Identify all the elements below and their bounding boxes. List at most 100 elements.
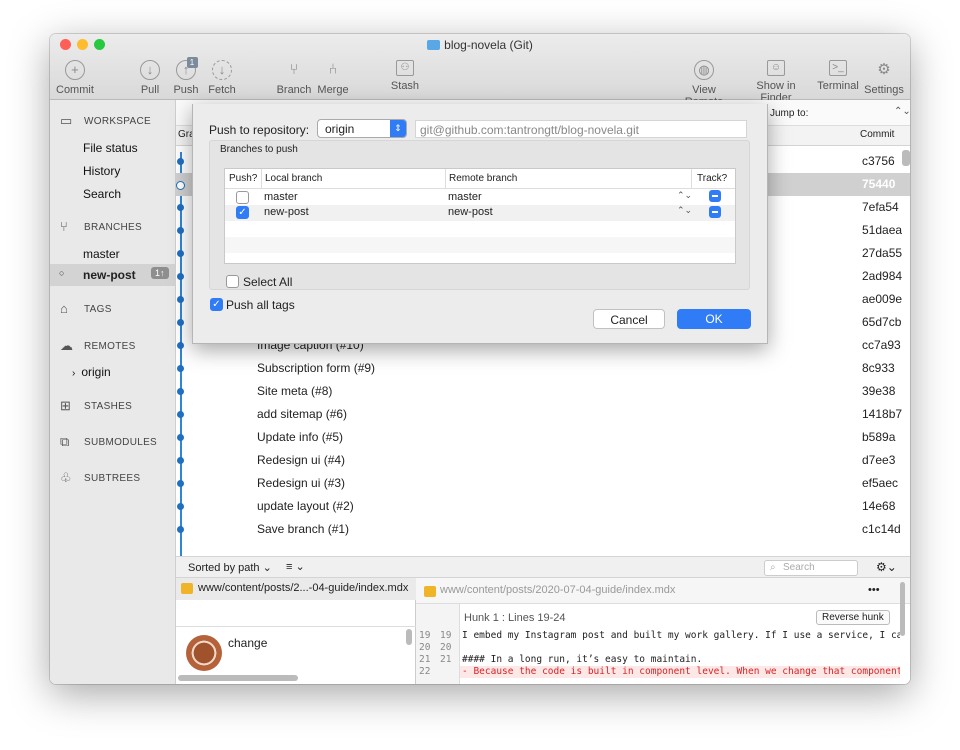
sidebar-section-subtrees[interactable]: ♧ SUBTREES — [60, 471, 140, 485]
sidebar-item-remote-origin[interactable]: › origin — [72, 365, 111, 379]
diff-line: #### In a long run, it’s easy to maintai… — [462, 654, 703, 665]
file-list-hscrollbar[interactable] — [178, 675, 298, 681]
cancel-button[interactable]: Cancel — [593, 309, 665, 329]
remote-branch-select[interactable]: master — [448, 191, 482, 203]
remote-branch-select[interactable]: new-post — [448, 206, 493, 218]
commit-hash: c3756 — [862, 154, 895, 168]
ok-button[interactable]: OK — [677, 309, 751, 329]
modified-file-icon — [424, 586, 436, 597]
commit-node — [177, 503, 184, 510]
commit-node — [177, 158, 184, 165]
commit-hash: ae009e — [862, 292, 902, 306]
tree-icon: ♧ — [60, 470, 72, 485]
sidebar-item-branch-master[interactable]: master — [83, 247, 120, 261]
diff-scrollbar[interactable] — [900, 582, 905, 636]
commit-hash: 39e38 — [862, 384, 896, 398]
diff-line: - Because the code is built in component… — [460, 666, 900, 678]
commit-message: Redesign ui (#4) — [257, 453, 346, 467]
sidebar-section-tags[interactable]: ⌂ TAGS — [60, 302, 112, 316]
chevron-right-icon: › — [72, 368, 76, 379]
sidebar-item-history[interactable]: History — [83, 164, 120, 178]
line-number-new: 21 — [440, 654, 452, 665]
branch-button[interactable]: ⑂ Branch — [276, 60, 312, 96]
sidebar-item-search[interactable]: Search — [83, 187, 121, 201]
jump-to-label[interactable]: Jump to: — [770, 108, 808, 119]
push-checkbox-master[interactable] — [236, 191, 249, 204]
reverse-hunk-button[interactable]: Reverse hunk — [816, 610, 890, 625]
sidebar-section-branches[interactable]: ⑂ BRANCHES — [60, 220, 142, 234]
push-button[interactable]: ↑ 1 Push — [173, 57, 199, 96]
repository-select[interactable]: origin ⇕ — [317, 119, 407, 138]
branch-row-empty — [225, 237, 735, 253]
terminal-button[interactable]: >_ Terminal — [816, 60, 860, 92]
gear-dropdown[interactable]: ⚙⌄ — [876, 560, 904, 576]
track-checkbox-new-post[interactable] — [709, 206, 721, 218]
file-list-scrollbar[interactable] — [406, 629, 412, 645]
commit-button[interactable]: + Commit — [56, 60, 94, 96]
sidebar-section-workspace[interactable]: ▭ WORKSPACE — [60, 114, 151, 128]
commit-row[interactable]: update layout (#2) 14e68 — [176, 495, 910, 518]
window-title: blog-novela (Git) — [50, 38, 910, 52]
arrow-down-icon: ↓ — [140, 60, 160, 80]
track-checkbox-master[interactable] — [709, 190, 721, 202]
commit-node — [177, 250, 184, 257]
file-row[interactable]: www/content/posts/2...-04-guide/index.md… — [176, 578, 416, 600]
commit-node — [177, 342, 184, 349]
more-options-button[interactable]: ••• — [868, 584, 880, 596]
commit-node — [177, 296, 184, 303]
gear-icon: ⚙ — [877, 61, 891, 78]
pull-button[interactable]: ↓ Pull — [138, 60, 162, 96]
stash-button[interactable]: ⚇ Stash — [390, 60, 420, 92]
commit-node — [177, 457, 184, 464]
vertical-scrollbar[interactable] — [902, 150, 910, 166]
sort-dropdown[interactable]: Sorted by path ⌄ — [188, 561, 272, 574]
current-branch-icon: ○ — [59, 268, 65, 278]
diff-header: www/content/posts/2020-07-04-guide/index… — [416, 578, 910, 604]
chevron-updown-icon[interactable]: ⌃⌄ — [677, 190, 692, 201]
commit-node — [177, 411, 184, 418]
push-checkbox-new-post[interactable]: ✓ — [236, 206, 249, 219]
fetch-icon: ↓ — [212, 60, 232, 80]
sidebar-section-submodules[interactable]: ⧉ SUBMODULES — [60, 435, 157, 449]
cloud-icon: ☁ — [60, 338, 74, 353]
commit-hash: 27da55 — [862, 246, 902, 260]
commit-row[interactable]: add sitemap (#6) 1418b7 — [176, 403, 910, 426]
commit-row[interactable]: Site meta (#8) 39e38 — [176, 380, 910, 403]
push-to-label: Push to repository: — [209, 123, 310, 137]
push-count-badge: 1 — [186, 57, 198, 68]
jump-to-chevron-icon[interactable]: ⌃⌄ — [894, 106, 910, 117]
commit-row[interactable]: Save branch (#1) c1c14d — [176, 518, 910, 541]
commit-message: Subscription form (#9) — [257, 361, 376, 375]
commit-row[interactable]: Subscription form (#9) 8c933 — [176, 357, 910, 380]
commit-hash: 65d7cb — [862, 315, 902, 329]
diff-file-path: www/content/posts/2020-07-04-guide/index… — [440, 584, 676, 596]
show-in-finder-button[interactable]: ☺ Show in Finder — [740, 60, 812, 104]
globe-icon: ◍ — [694, 60, 714, 80]
list-view-dropdown[interactable]: ≡ ⌄ — [286, 560, 305, 573]
commit-hash: 7efa54 — [862, 200, 899, 214]
finder-icon: ☺ — [767, 60, 785, 76]
commit-row[interactable]: Redesign ui (#4) d7ee3 — [176, 449, 910, 472]
commit-hash: ef5aec — [862, 476, 899, 490]
select-all-checkbox[interactable] — [226, 275, 239, 288]
plus-icon: + — [64, 60, 85, 80]
commit-node — [177, 227, 184, 234]
commit-hash: 75440 — [862, 177, 896, 191]
settings-button[interactable]: ⚙ Settings — [862, 60, 906, 96]
push-all-tags-checkbox[interactable]: ✓ — [210, 298, 223, 311]
commit-row[interactable]: Redesign ui (#3) ef5aec — [176, 472, 910, 495]
commit-hash: 1418b7 — [862, 407, 902, 421]
line-number-old: 22 — [419, 666, 431, 677]
file-search-input[interactable]: ⌕ Search — [764, 560, 858, 576]
sidebar-section-stashes[interactable]: ⊞ STASHES — [60, 399, 132, 413]
fetch-button[interactable]: ↓ Fetch — [207, 60, 237, 96]
chevron-updown-icon[interactable]: ⌃⌄ — [677, 205, 692, 216]
line-number-old: 19 — [419, 630, 431, 641]
commit-row[interactable]: Update info (#5) b589a — [176, 426, 910, 449]
merge-button[interactable]: ⑃ Merge — [317, 60, 349, 96]
sidebar-item-branch-current[interactable]: ○ new-post 1↑ — [50, 264, 176, 286]
sidebar-section-remotes[interactable]: ☁ REMOTES — [60, 339, 136, 353]
sidebar-item-file-status[interactable]: File status — [83, 141, 138, 155]
commit-column-header[interactable]: Commit — [860, 129, 894, 140]
commit-node — [176, 181, 185, 190]
